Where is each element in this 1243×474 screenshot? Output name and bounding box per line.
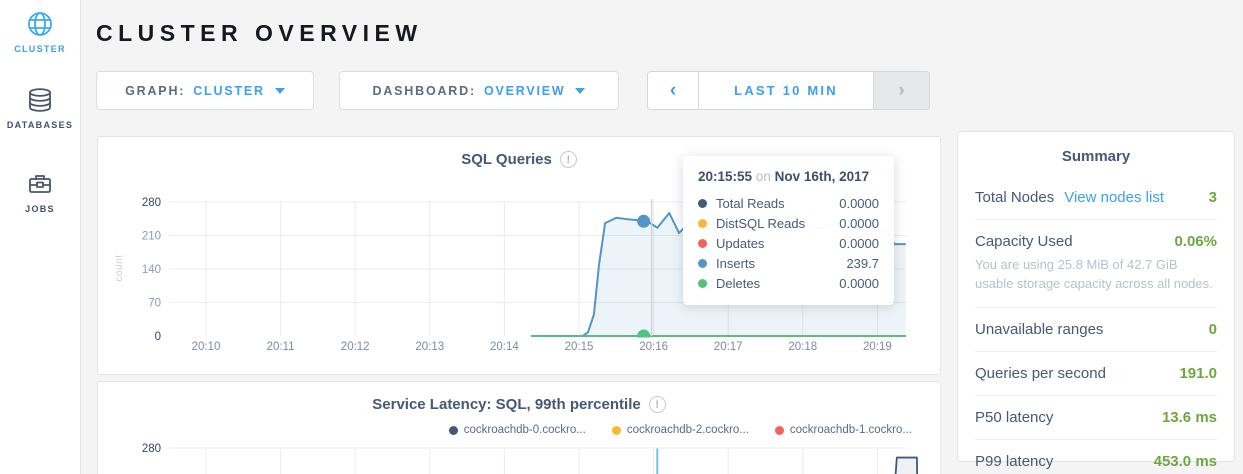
row-label: Queries per second <box>975 365 1106 382</box>
svg-text:280: 280 <box>142 443 161 455</box>
summary-row-p50-latency: P50 latency 13.6 ms <box>975 395 1217 439</box>
graph-dropdown-value: CLUSTER <box>193 84 265 98</box>
graph-dropdown[interactable]: GRAPH: CLUSTER <box>96 71 314 110</box>
series-value: 0.0000 <box>839 236 879 251</box>
row-label: Capacity Used <box>975 233 1073 250</box>
databases-icon <box>26 86 54 114</box>
tooltip-series-row: Updates 0.0000 <box>698 233 879 253</box>
series-value: 0.0000 <box>839 276 879 291</box>
series-color-dot <box>698 219 707 228</box>
time-range-label[interactable]: LAST 10 MIN <box>699 72 873 109</box>
chevron-down-icon <box>275 88 285 94</box>
graph-dropdown-label: GRAPH: <box>125 84 185 98</box>
sidebar-item-label: CLUSTER <box>0 44 80 54</box>
summary-row-queries-per-second: Queries per second 191.0 <box>975 351 1217 395</box>
tooltip-timestamp: 20:15:55 on Nov 16th, 2017 <box>698 169 879 184</box>
cluster-overview-page: CLUSTER DATABASES <box>0 0 1243 474</box>
svg-text:20:12: 20:12 <box>341 341 370 353</box>
series-label: DistSQL Reads <box>716 216 805 231</box>
sidebar-item-cluster[interactable]: CLUSTER <box>0 10 80 54</box>
svg-text:20:11: 20:11 <box>267 341 295 353</box>
summary-panel: Summary Total Nodes View nodes list 3 Ca… <box>957 131 1235 462</box>
series-value: 0.0000 <box>839 216 879 231</box>
svg-text:210: 210 <box>142 231 161 243</box>
svg-text:140: 140 <box>142 264 161 276</box>
svg-text:20:13: 20:13 <box>415 341 444 353</box>
sidebar-item-label: JOBS <box>0 204 80 214</box>
svg-text:20:19: 20:19 <box>863 341 892 353</box>
series-value: 239.7 <box>846 256 879 271</box>
time-prev-button[interactable]: ‹ <box>648 72 699 109</box>
series-color-dot <box>698 279 707 288</box>
row-value: 191.0 <box>1179 365 1217 382</box>
summary-row-unavailable-ranges: Unavailable ranges 0 <box>975 307 1217 351</box>
row-value: 13.6 ms <box>1162 409 1217 426</box>
controls-bar: GRAPH: CLUSTER DASHBOARD: OVERVIEW ‹ LAS… <box>96 71 930 110</box>
svg-text:20:15: 20:15 <box>565 341 594 353</box>
tooltip-series-row: Inserts 239.7 <box>698 253 879 273</box>
row-value: 3 <box>1209 189 1217 206</box>
row-value: 0 <box>1209 321 1217 338</box>
tooltip-series-row: Deletes 0.0000 <box>698 273 879 293</box>
summary-title: Summary <box>975 132 1217 176</box>
chart-hover-tooltip: 20:15:55 on Nov 16th, 2017 Total Reads 0.… <box>683 156 894 305</box>
page-title: CLUSTER OVERVIEW <box>96 20 423 47</box>
tooltip-series-row: Total Reads 0.0000 <box>698 193 879 213</box>
service-latency-chart[interactable]: 280 <box>98 382 940 474</box>
dashboard-dropdown-value: OVERVIEW <box>484 84 566 98</box>
tooltip-rows: Total Reads0.0000DistSQL Reads0.0000Upda… <box>698 193 879 293</box>
chevron-down-icon <box>575 88 585 94</box>
row-label: Unavailable ranges <box>975 321 1103 338</box>
series-label: Updates <box>716 236 764 251</box>
svg-text:70: 70 <box>148 298 161 310</box>
sidebar-item-label: DATABASES <box>0 120 80 130</box>
svg-text:20:17: 20:17 <box>714 341 743 353</box>
summary-row-capacity-used: Capacity Used 0.06% You are using 25.8 M… <box>975 219 1217 307</box>
series-color-dot <box>698 259 707 268</box>
series-color-dot <box>698 239 707 248</box>
svg-text:280: 280 <box>142 197 161 209</box>
dashboard-dropdown-label: DASHBOARD: <box>373 84 476 98</box>
svg-text:count: count <box>114 255 125 282</box>
row-label: Total Nodes <box>975 189 1054 206</box>
svg-text:20:16: 20:16 <box>639 341 668 353</box>
view-nodes-list-link[interactable]: View nodes list <box>1064 189 1164 206</box>
svg-text:20:14: 20:14 <box>490 341 519 353</box>
series-label: Total Reads <box>716 196 785 211</box>
service-latency-card: Service Latency: SQL, 99th percentile ! … <box>97 381 941 474</box>
row-label: P50 latency <box>975 409 1053 426</box>
sidebar: CLUSTER DATABASES <box>0 0 81 474</box>
series-label: Deletes <box>716 276 760 291</box>
briefcase-icon <box>26 170 54 198</box>
svg-text:20:10: 20:10 <box>192 341 221 353</box>
row-value: 0.06% <box>1174 233 1217 250</box>
series-label: Inserts <box>716 256 755 271</box>
time-range-selector: ‹ LAST 10 MIN › <box>647 71 930 110</box>
row-value: 453.0 ms <box>1154 453 1217 470</box>
globe-icon <box>26 10 54 38</box>
series-value: 0.0000 <box>839 196 879 211</box>
dashboard-dropdown[interactable]: DASHBOARD: OVERVIEW <box>339 71 619 110</box>
capacity-description: You are using 25.8 MiB of 42.7 GiB usabl… <box>975 256 1217 294</box>
sidebar-item-databases[interactable]: DATABASES <box>0 86 80 130</box>
svg-text:20:18: 20:18 <box>788 341 817 353</box>
summary-row-p99-latency: P99 latency 453.0 ms <box>975 439 1217 474</box>
svg-text:0: 0 <box>155 331 161 343</box>
time-next-button[interactable]: › <box>873 72 929 109</box>
tooltip-series-row: DistSQL Reads 0.0000 <box>698 213 879 233</box>
series-color-dot <box>698 199 707 208</box>
sql-queries-card: SQL Queries ! 20:1020:1120:1220:1320:142… <box>97 136 941 375</box>
summary-row-total-nodes: Total Nodes View nodes list 3 <box>975 176 1217 219</box>
sidebar-item-jobs[interactable]: JOBS <box>0 170 80 214</box>
row-label: P99 latency <box>975 453 1053 470</box>
